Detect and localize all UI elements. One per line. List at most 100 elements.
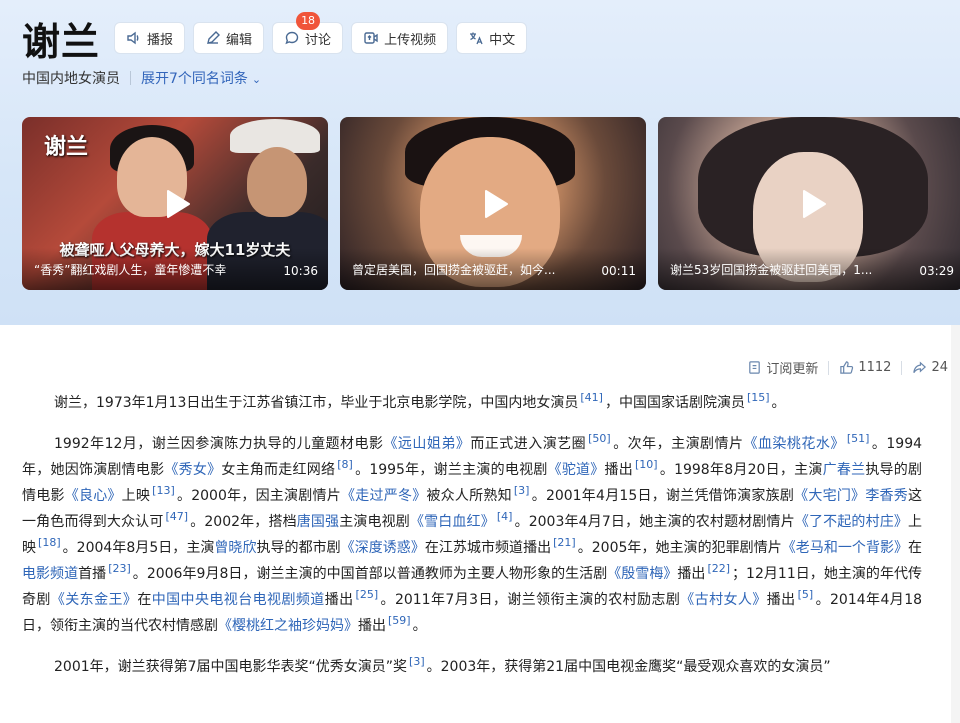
paragraph-text: 播出 (766, 592, 796, 608)
divider (828, 360, 830, 375)
video-card[interactable]: 曾定居美国，回国捞金被驱赶，如今... 00:11 (340, 117, 646, 290)
translate-icon (468, 30, 484, 46)
citation-ref[interactable]: [41] (578, 391, 605, 404)
paragraph-text: 在江苏城市频道播出 (424, 540, 552, 556)
play-icon[interactable] (483, 189, 509, 219)
citation-ref[interactable]: [13] (150, 484, 177, 497)
language-button[interactable]: 中文 (456, 22, 528, 54)
video-thumbnail-art (247, 147, 307, 217)
wiki-link[interactable]: 《血染桃花水》 (743, 436, 844, 452)
wiki-link[interactable]: 广春兰 (823, 462, 866, 478)
edit-button[interactable]: 编辑 (193, 22, 265, 54)
share-button[interactable]: 24 (912, 360, 948, 375)
subscribe-label: 订阅更新 (766, 362, 819, 377)
wiki-link[interactable]: 《大宅门》 (794, 488, 865, 504)
paragraph-text: 。2011年7月3日，谢兰领衔主演的农村励志剧 (380, 592, 681, 608)
paragraph-text: ，中国国家话剧院演员 (604, 395, 745, 411)
paragraph-text: 被众人所熟知 (426, 488, 512, 504)
expand-homonyms-link[interactable]: 展开7个同名词条 ⌄ (141, 68, 261, 88)
paragraph-text: 。2004年8月5日，主演 (62, 540, 215, 556)
entry-actions: 订阅更新 1112 24 (747, 358, 948, 377)
citation-ref[interactable]: [50] (586, 432, 613, 445)
video-list: 谢兰 被聋哑人父母养大，嫁大11岁丈夫 “香秀”翻红戏剧人生，童年惨遭不幸 10… (22, 117, 960, 290)
wiki-link[interactable]: 《殷雪梅》 (607, 566, 677, 582)
video-duration: 00:11 (601, 264, 636, 278)
video-caption-bar: 谢兰53岁回国捞金被驱赶回美国，1... 03:29 (658, 248, 960, 290)
paragraph-text: 。2003年，获得第21届中国电视金鹰奖“最受观众喜欢的女演员” (426, 659, 831, 675)
bookmark-icon (747, 360, 762, 375)
paragraph-text: 在 (137, 592, 152, 608)
video-caption-bar: “香秀”翻红戏剧人生，童年惨遭不幸 10:36 (22, 248, 328, 290)
wiki-link[interactable]: 《樱桃红之袖珍妈妈》 (218, 618, 358, 634)
divider (130, 71, 131, 85)
paragraph-text: 。 (771, 395, 786, 411)
paragraph-text: 首播 (78, 566, 107, 582)
title-row: 谢兰 播报 编辑 讨论 18 上传视频 中文 (22, 12, 535, 64)
page-scrollbar[interactable] (951, 325, 960, 723)
wiki-link[interactable]: 李香秀 (865, 488, 908, 504)
wiki-link[interactable]: 《驼道》 (548, 462, 605, 478)
subscribe-button[interactable]: 订阅更新 (747, 358, 818, 377)
wiki-link[interactable]: 《秀女》 (164, 462, 221, 478)
like-button[interactable]: 1112 (839, 360, 891, 375)
wiki-link[interactable]: 《了不起的村庄》 (795, 514, 908, 530)
wiki-link[interactable]: 曾晓欣 (214, 540, 256, 556)
broadcast-button[interactable]: 播报 (114, 22, 186, 54)
citation-ref[interactable]: [18] (36, 536, 63, 549)
paragraph-text: 。1998年8月20日，主演 (659, 462, 823, 478)
pencil-icon (205, 30, 221, 46)
video-caption-bar: 曾定居美国，回国捞金被驱赶，如今... 00:11 (340, 248, 646, 290)
citation-ref[interactable]: [15] (745, 391, 772, 404)
citation-ref[interactable]: [3] (407, 655, 427, 668)
expand-homonyms-label: 展开7个同名词条 (141, 71, 248, 87)
discuss-button[interactable]: 讨论 18 (272, 12, 344, 54)
paragraph-text: 播出 (358, 618, 386, 634)
citation-ref[interactable]: [21] (551, 536, 578, 549)
page-title: 谢兰 (22, 19, 101, 64)
wiki-link[interactable]: 《老马和一个背影》 (782, 540, 908, 556)
discuss-label: 讨论 (305, 32, 332, 48)
citation-ref[interactable]: [10] (633, 458, 660, 471)
citation-ref[interactable]: [8] (335, 458, 355, 471)
paragraph-text: 。2006年9月8日，谢兰主演的中国首部以普通教师为主要人物形象的生活剧 (132, 566, 608, 582)
wiki-link[interactable]: 《关东金王》 (51, 592, 137, 608)
video-duration: 03:29 (919, 264, 954, 278)
citation-ref[interactable]: [23] (106, 562, 133, 575)
citation-ref[interactable]: [59] (386, 614, 413, 627)
wiki-link[interactable]: 唐国强 (297, 514, 339, 530)
video-caption: “香秀”翻红戏剧人生，童年惨遭不幸 (34, 263, 227, 277)
citation-ref[interactable]: [25] (354, 588, 381, 601)
wiki-link[interactable]: 《良心》 (65, 488, 122, 504)
citation-ref[interactable]: [22] (705, 562, 732, 575)
wiki-link[interactable]: 《远山姐弟》 (383, 436, 470, 452)
paragraph-text: 上映 (121, 488, 151, 504)
citation-ref[interactable]: [3] (512, 484, 532, 497)
video-card[interactable]: 谢兰53岁回国捞金被驱赶回美国，1... 03:29 (658, 117, 960, 290)
comment-icon (284, 30, 300, 46)
video-upload-icon (363, 30, 379, 46)
wiki-link[interactable]: 《雪白血红》 (410, 514, 495, 530)
citation-ref[interactable]: [5] (796, 588, 816, 601)
paragraph-text: 播出 (677, 566, 706, 582)
paragraph-text: 执导的都市剧 (256, 540, 341, 556)
upload-video-button[interactable]: 上传视频 (351, 22, 449, 54)
citation-ref[interactable]: [51] (845, 432, 872, 445)
wiki-link[interactable]: 中国中央电视台电视剧频道 (152, 592, 325, 608)
paragraph-text: 而正式进入演艺圈 (470, 436, 587, 452)
citation-ref[interactable]: [4] (495, 510, 515, 523)
wiki-link[interactable]: 电影频道 (22, 566, 78, 582)
citation-ref[interactable]: [47] (163, 510, 190, 523)
wiki-link[interactable]: 《古村女人》 (680, 592, 766, 608)
paragraph-text: 主演电视剧 (339, 514, 410, 530)
paragraph-text: 谢兰，1973年1月13日出生于江苏省镇江市，毕业于北京电影学院，中国内地女演员 (54, 395, 579, 411)
career-paragraph: 1992年12月，谢兰因参演陈力执导的儿童题材电影《远山姐弟》而正式进入演艺圈[… (22, 431, 922, 639)
paragraph-text: 1992年12月，谢兰因参演陈力执导的儿童题材电影 (54, 436, 384, 452)
share-count: 24 (931, 360, 948, 375)
wiki-link[interactable]: 《走过严冬》 (341, 488, 426, 504)
video-card[interactable]: 谢兰 被聋哑人父母养大，嫁大11岁丈夫 “香秀”翻红戏剧人生，童年惨遭不幸 10… (22, 117, 328, 290)
play-icon[interactable] (165, 189, 191, 219)
play-icon[interactable] (801, 189, 827, 219)
wiki-link[interactable]: 《深度诱惑》 (341, 540, 425, 556)
paragraph-text: 。2001年4月15日，谢兰凭借饰演家族剧 (531, 488, 795, 504)
paragraph-text: 。2005年，她主演的犯罪剧情片 (577, 540, 782, 556)
